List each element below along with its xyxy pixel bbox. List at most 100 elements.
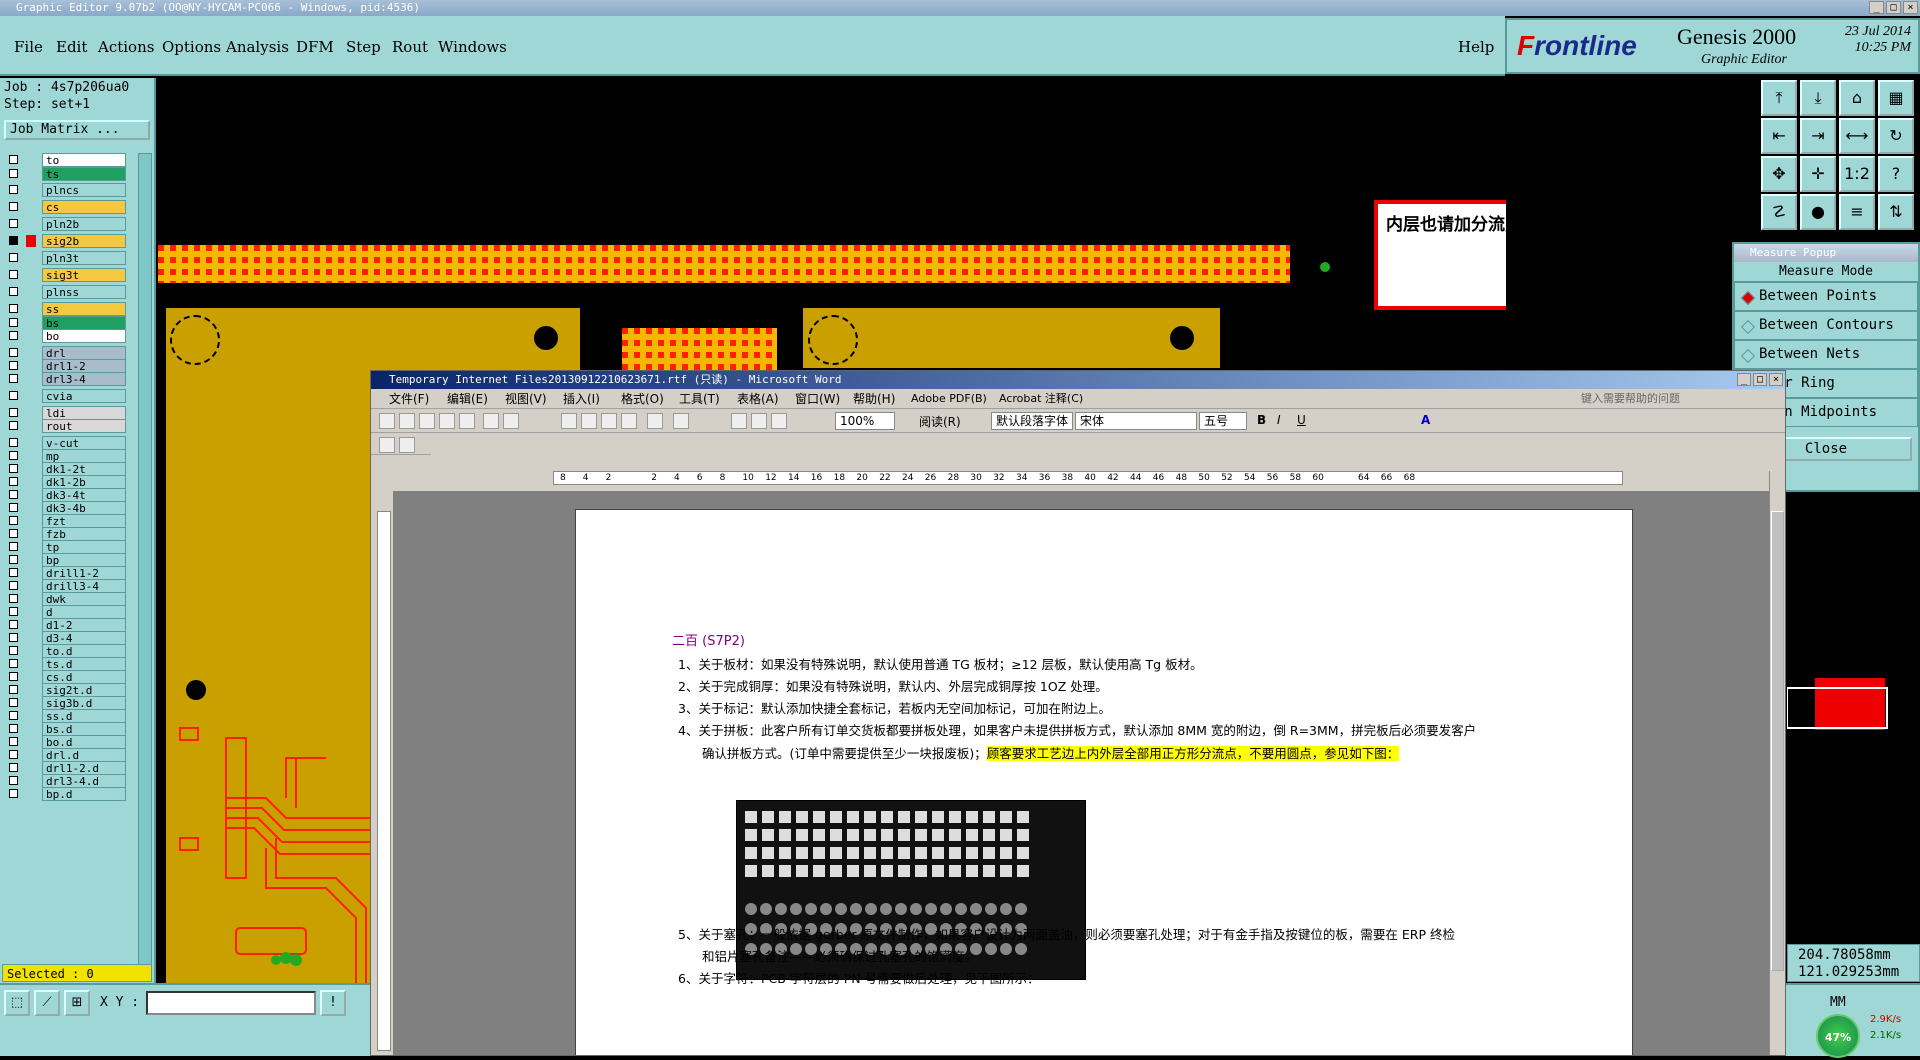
pdf-email-icon[interactable] bbox=[399, 437, 415, 453]
layer-checkbox[interactable] bbox=[9, 185, 18, 194]
layer-checkbox[interactable] bbox=[9, 750, 18, 759]
layer-row-pln3t[interactable]: pln3t bbox=[4, 251, 126, 265]
measure-between-points[interactable]: Between Points bbox=[1734, 282, 1918, 311]
vertical-ruler[interactable] bbox=[377, 511, 391, 1051]
layer-scrollbar[interactable] bbox=[138, 153, 152, 968]
layer-checkbox[interactable] bbox=[9, 542, 18, 551]
layer-row-ldi[interactable]: ldi bbox=[4, 406, 126, 420]
undo-icon[interactable] bbox=[647, 413, 663, 429]
layer-name[interactable]: to bbox=[42, 153, 126, 167]
bold-button[interactable]: B bbox=[1257, 413, 1266, 427]
cut-icon[interactable] bbox=[561, 413, 577, 429]
layer-row-drl3-4[interactable]: drl3-4 bbox=[4, 372, 126, 386]
layer-row-dk1-2t[interactable]: dk1-2t bbox=[4, 462, 126, 476]
layer-name[interactable]: drill1-2 bbox=[42, 566, 126, 580]
layer-name[interactable]: d bbox=[42, 605, 126, 619]
layer-checkbox[interactable] bbox=[9, 287, 18, 296]
layer-checkbox[interactable] bbox=[9, 516, 18, 525]
layer-name[interactable]: rout bbox=[42, 419, 126, 433]
layer-name[interactable]: bo bbox=[42, 329, 126, 343]
word-menu-adobe-pdf[interactable]: Adobe PDF(B) bbox=[911, 389, 987, 409]
layer-name[interactable]: cvia bbox=[42, 389, 126, 403]
layer-row-dk1-2b[interactable]: dk1-2b bbox=[4, 475, 126, 489]
overview-minimap[interactable] bbox=[1786, 678, 1920, 738]
layer-row-bs.d[interactable]: bs.d bbox=[4, 722, 126, 736]
font-color-button[interactable]: A bbox=[1421, 413, 1430, 427]
layer-row-d[interactable]: d bbox=[4, 605, 126, 619]
layer-checkbox[interactable] bbox=[9, 318, 18, 327]
underline-button[interactable]: U bbox=[1297, 413, 1306, 427]
layer-checkbox[interactable] bbox=[9, 698, 18, 707]
layer-name[interactable]: mp bbox=[42, 449, 126, 463]
new-doc-icon[interactable] bbox=[379, 413, 395, 429]
layer-checkbox[interactable] bbox=[9, 581, 18, 590]
font-size-select[interactable]: 五号 bbox=[1199, 412, 1247, 430]
word-menu-table[interactable]: 表格(A) bbox=[737, 389, 779, 409]
pdf-icon[interactable] bbox=[379, 437, 395, 453]
layer-checkbox[interactable] bbox=[9, 711, 18, 720]
layer-checkbox[interactable] bbox=[9, 763, 18, 772]
layer-row-drl3-4.d[interactable]: drl3-4.d bbox=[4, 774, 126, 788]
layer-row-sig3b.d[interactable]: sig3b.d bbox=[4, 696, 126, 710]
layer-name[interactable]: bs bbox=[42, 316, 126, 330]
word-menu-edit[interactable]: 编辑(E) bbox=[447, 389, 488, 409]
layer-checkbox[interactable] bbox=[9, 169, 18, 178]
layer-row-cs.d[interactable]: cs.d bbox=[4, 670, 126, 684]
layer-checkbox[interactable] bbox=[9, 202, 18, 211]
word-menu-view[interactable]: 视图(V) bbox=[505, 389, 547, 409]
layer-name[interactable]: plncs bbox=[42, 183, 126, 197]
layer-name[interactable]: fzb bbox=[42, 527, 126, 541]
layer-name[interactable]: d1-2 bbox=[42, 618, 126, 632]
layer-checkbox[interactable] bbox=[9, 646, 18, 655]
word-menu-help[interactable]: 帮助(H) bbox=[853, 389, 895, 409]
layer-name[interactable]: sig3b.d bbox=[42, 696, 126, 710]
measure-between-nets[interactable]: Between Nets bbox=[1734, 340, 1918, 369]
layer-checkbox[interactable] bbox=[9, 607, 18, 616]
layer-row-tp[interactable]: tp bbox=[4, 540, 126, 554]
copy-icon[interactable] bbox=[581, 413, 597, 429]
drawing-icon[interactable] bbox=[771, 413, 787, 429]
layer-row-drill3-4[interactable]: drill3-4 bbox=[4, 579, 126, 593]
layer-row-ss.d[interactable]: ss.d bbox=[4, 709, 126, 723]
layer-row-bo[interactable]: bo bbox=[4, 329, 126, 343]
maximize-button[interactable]: □ bbox=[1886, 1, 1901, 14]
layer-name[interactable]: pln3t bbox=[42, 251, 126, 265]
zoom-select[interactable]: 100% bbox=[835, 412, 895, 430]
mirror-icon[interactable]: ⟷ bbox=[1839, 118, 1875, 154]
layer-checkbox[interactable] bbox=[9, 253, 18, 262]
layer-row-ts[interactable]: ts bbox=[4, 167, 126, 181]
open-icon[interactable] bbox=[399, 413, 415, 429]
layer-checkbox[interactable] bbox=[9, 737, 18, 746]
layer-name[interactable]: v-cut bbox=[42, 436, 126, 450]
italic-button[interactable]: I bbox=[1277, 413, 1281, 427]
layer-row-v-cut[interactable]: v-cut bbox=[4, 436, 126, 450]
measure-tool-icon[interactable]: ⟋ bbox=[34, 990, 60, 1016]
layer-checkbox[interactable] bbox=[9, 348, 18, 357]
layer-name[interactable]: dk3-4t bbox=[42, 488, 126, 502]
layer-name[interactable]: cs.d bbox=[42, 670, 126, 684]
pin-icon[interactable]: ● bbox=[1800, 194, 1836, 230]
word-scrollbar[interactable] bbox=[1769, 471, 1785, 1055]
home-icon[interactable]: ⌂ bbox=[1839, 80, 1875, 116]
word-maximize-button[interactable]: □ bbox=[1753, 373, 1767, 386]
layer-name[interactable]: dk1-2b bbox=[42, 475, 126, 489]
layer-checkbox[interactable] bbox=[9, 361, 18, 370]
save-icon[interactable] bbox=[419, 413, 435, 429]
help-search-box[interactable]: 键入需要帮助的问题 bbox=[1581, 389, 1761, 409]
print-icon[interactable] bbox=[483, 413, 499, 429]
layer-row-sig2b[interactable]: sig2b bbox=[4, 234, 126, 248]
layer-name[interactable]: ts.d bbox=[42, 657, 126, 671]
word-menu-insert[interactable]: 插入(I) bbox=[563, 389, 600, 409]
word-menu-file[interactable]: 文件(F) bbox=[389, 389, 429, 409]
layer-row-plncs[interactable]: plncs bbox=[4, 183, 126, 197]
email-icon[interactable] bbox=[459, 413, 475, 429]
layer-checkbox[interactable] bbox=[9, 304, 18, 313]
layer-name[interactable]: dk1-2t bbox=[42, 462, 126, 476]
layer-checkbox[interactable] bbox=[9, 391, 18, 400]
scale-icon[interactable]: 1:2 bbox=[1839, 156, 1875, 192]
layer-row-bo.d[interactable]: bo.d bbox=[4, 735, 126, 749]
redraw-icon[interactable]: ↻ bbox=[1878, 118, 1914, 154]
help-icon[interactable]: ? bbox=[1878, 156, 1914, 192]
layer-name[interactable]: drl1-2 bbox=[42, 359, 126, 373]
layer-checkbox[interactable] bbox=[9, 408, 18, 417]
